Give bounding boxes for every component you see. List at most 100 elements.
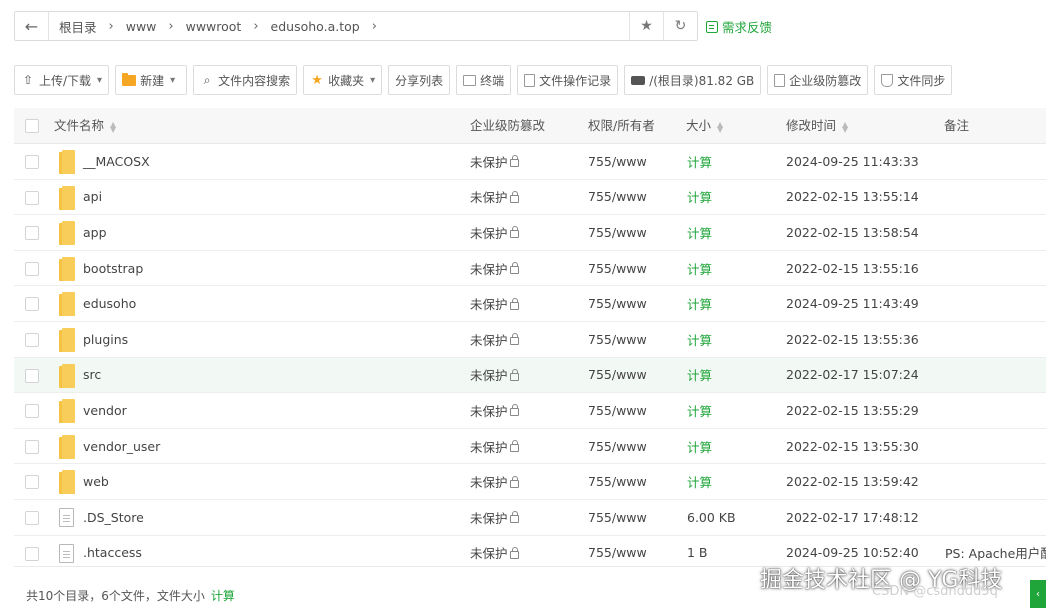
- file-name[interactable]: api: [83, 180, 102, 215]
- share-list-button[interactable]: 分享列表: [388, 65, 451, 95]
- favorites-button[interactable]: ★ 收藏夹 ▾: [303, 65, 383, 95]
- table-row[interactable]: vendor 未保护 755/www 计算 2022-02-15 13:55:29: [14, 393, 1046, 429]
- file-name[interactable]: __MACOSX: [83, 144, 150, 179]
- file-name[interactable]: vendor_user: [83, 429, 160, 464]
- refresh-button[interactable]: ↻: [663, 12, 697, 40]
- permission[interactable]: 755/www: [588, 215, 647, 250]
- file-name[interactable]: .htaccess: [83, 536, 142, 571]
- row-checkbox[interactable]: [25, 261, 39, 276]
- terminal-button[interactable]: 终端: [456, 65, 512, 95]
- crumb-site[interactable]: edusoho.a.top: [271, 19, 360, 34]
- table-row[interactable]: plugins 未保护 755/www 计算 2022-02-15 13:55:36: [14, 322, 1046, 358]
- tamper-status[interactable]: 未保护: [470, 251, 519, 286]
- file-name[interactable]: plugins: [83, 322, 128, 357]
- permission[interactable]: 755/www: [588, 393, 647, 428]
- table-row[interactable]: src 未保护 755/www 计算 2022-02-17 15:07:24: [14, 357, 1046, 394]
- content-search-button[interactable]: ⌕ 文件内容搜索: [193, 65, 298, 95]
- note[interactable]: [945, 464, 1046, 499]
- permission[interactable]: 755/www: [588, 429, 647, 464]
- tamper-status[interactable]: 未保护: [470, 464, 519, 499]
- tamper-status[interactable]: 未保护: [470, 144, 519, 179]
- calc-total-size-link[interactable]: 计算: [211, 589, 235, 603]
- tamper-status[interactable]: 未保护: [470, 393, 519, 428]
- note[interactable]: [945, 286, 1046, 321]
- corner-button[interactable]: ‹: [1030, 580, 1046, 608]
- row-checkbox[interactable]: [25, 226, 39, 241]
- file-size[interactable]: 计算: [687, 251, 712, 286]
- note[interactable]: [945, 322, 1046, 357]
- table-row[interactable]: api 未保护 755/www 计算 2022-02-15 13:55:14: [14, 180, 1046, 216]
- note[interactable]: [945, 500, 1046, 535]
- tamper-status[interactable]: 未保护: [470, 429, 519, 464]
- row-checkbox[interactable]: [25, 333, 39, 347]
- row-checkbox[interactable]: [25, 190, 39, 205]
- header-name[interactable]: 文件名称 ▲ ▼: [54, 108, 116, 144]
- file-name[interactable]: web: [83, 464, 109, 499]
- table-row[interactable]: web 未保护 755/www 计算 2022-02-15 13:59:42: [14, 464, 1046, 500]
- disk-button[interactable]: /(根目录)81.82 GB: [624, 65, 762, 95]
- header-size[interactable]: 大小 ▲ ▼: [686, 108, 723, 144]
- row-checkbox[interactable]: [25, 404, 39, 419]
- file-size[interactable]: 计算: [687, 393, 712, 428]
- tamper-protect-button[interactable]: 企业级防篡改: [767, 65, 869, 95]
- row-checkbox[interactable]: [25, 155, 39, 169]
- tamper-status[interactable]: 未保护: [470, 536, 519, 571]
- permission[interactable]: 755/www: [588, 500, 647, 535]
- permission[interactable]: 755/www: [588, 464, 647, 499]
- tamper-status[interactable]: 未保护: [470, 180, 519, 215]
- file-size[interactable]: 计算: [687, 358, 712, 393]
- file-size[interactable]: 计算: [687, 322, 712, 357]
- file-sync-button[interactable]: 文件同步: [874, 65, 953, 95]
- file-name[interactable]: .DS_Store: [83, 500, 144, 535]
- file-size[interactable]: 计算: [687, 286, 712, 321]
- permission[interactable]: 755/www: [588, 286, 647, 321]
- file-name[interactable]: vendor: [83, 393, 127, 428]
- row-checkbox[interactable]: [25, 511, 39, 525]
- file-name[interactable]: bootstrap: [83, 251, 143, 286]
- file-size[interactable]: 计算: [687, 429, 712, 464]
- permission[interactable]: 755/www: [588, 180, 647, 215]
- tamper-status[interactable]: 未保护: [470, 358, 519, 393]
- row-checkbox[interactable]: [25, 546, 39, 561]
- favorite-button[interactable]: ★: [629, 12, 663, 40]
- permission[interactable]: 755/www: [588, 322, 647, 357]
- note[interactable]: [945, 429, 1046, 464]
- file-name[interactable]: app: [83, 215, 107, 250]
- file-size[interactable]: 计算: [687, 144, 712, 179]
- new-button[interactable]: 新建 ▾: [115, 65, 188, 95]
- table-row[interactable]: app 未保护 755/www 计算 2022-02-15 13:58:54: [14, 215, 1046, 251]
- crumb-www[interactable]: www: [126, 19, 157, 34]
- operation-log-button[interactable]: 文件操作记录: [517, 65, 619, 95]
- note[interactable]: [945, 180, 1046, 215]
- row-checkbox[interactable]: [25, 439, 39, 454]
- tamper-status[interactable]: 未保护: [470, 322, 519, 357]
- file-name[interactable]: edusoho: [83, 286, 136, 321]
- note[interactable]: [945, 393, 1046, 428]
- tamper-status[interactable]: 未保护: [470, 215, 519, 250]
- row-checkbox[interactable]: [25, 297, 39, 312]
- back-button[interactable]: ←: [15, 12, 49, 40]
- note[interactable]: [945, 358, 1046, 393]
- header-mtime[interactable]: 修改时间 ▲ ▼: [786, 108, 848, 144]
- table-row[interactable]: vendor_user 未保护 755/www 计算 2022-02-15 13:55:…: [14, 429, 1046, 465]
- file-size[interactable]: 计算: [687, 464, 712, 499]
- file-size[interactable]: 计算: [687, 215, 712, 250]
- row-checkbox[interactable]: [25, 368, 39, 383]
- permission[interactable]: 755/www: [588, 358, 647, 393]
- row-checkbox[interactable]: [25, 475, 39, 490]
- note[interactable]: [945, 251, 1046, 286]
- crumb-root[interactable]: 根目录: [59, 17, 97, 36]
- upload-download-button[interactable]: ⇧ 上传/下载 ▾: [14, 65, 110, 95]
- tamper-status[interactable]: 未保护: [470, 286, 519, 321]
- permission[interactable]: 755/www: [588, 536, 647, 571]
- crumb-wwwroot[interactable]: wwwroot: [186, 19, 242, 34]
- table-row[interactable]: bootstrap 未保护 755/www 计算 2022-02-15 13:55:16: [14, 251, 1046, 287]
- feedback-link[interactable]: 需求反馈: [706, 17, 772, 36]
- note[interactable]: [945, 215, 1046, 250]
- note[interactable]: [945, 144, 1046, 179]
- file-name[interactable]: src: [83, 358, 101, 393]
- table-row[interactable]: .DS_Store 未保护 755/www 6.00 KB 2022-02-17 17:…: [14, 500, 1046, 536]
- table-row[interactable]: edusoho 未保护 755/www 计算 2024-09-25 11:43:49: [14, 286, 1046, 322]
- file-size[interactable]: 计算: [687, 180, 712, 215]
- permission[interactable]: 755/www: [588, 251, 647, 286]
